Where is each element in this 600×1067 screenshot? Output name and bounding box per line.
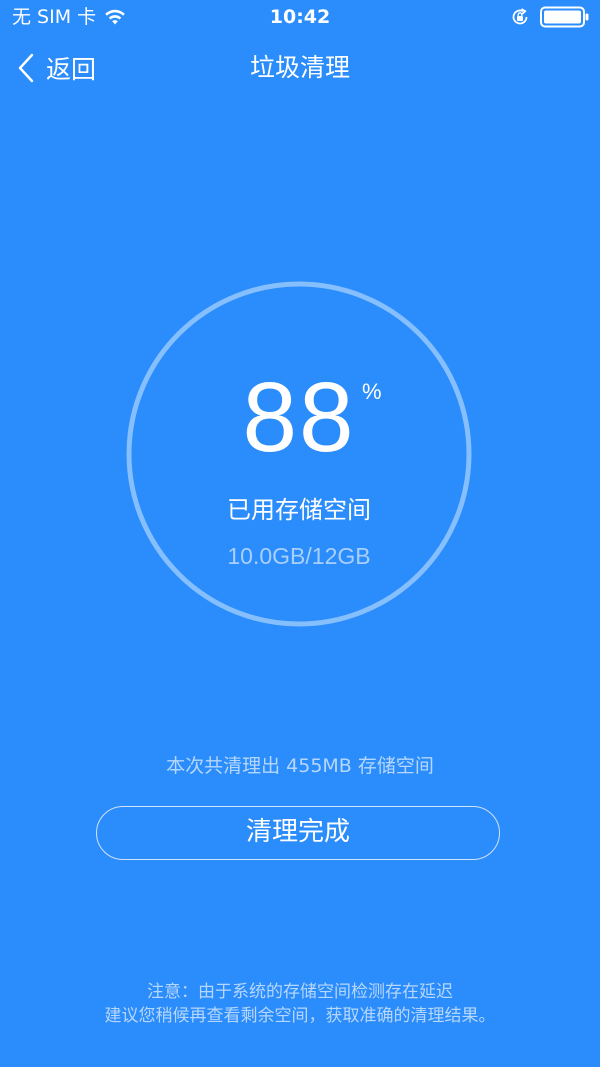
percent-sign: % xyxy=(362,379,382,404)
storage-percent: 88 xyxy=(242,362,356,472)
storage-ring: 88 % 已用存储空间 10.0GB/12GB xyxy=(126,281,472,627)
navigation-bar: 返回 垃圾清理 xyxy=(0,40,600,96)
notice-line-1: 注意：由于系统的存储空间检测存在延迟 xyxy=(147,982,453,1002)
battery-icon xyxy=(540,6,589,28)
status-icons xyxy=(510,6,590,28)
status-bar: 无 SIM 卡 10:42 xyxy=(0,0,600,34)
storage-label: 已用存储空间 xyxy=(227,496,371,524)
rotation-lock-icon xyxy=(512,8,528,25)
page-title: 垃圾清理 xyxy=(249,53,350,82)
notice-line-2: 建议您稍候再查看剩余空间，获取准确的清理结果。 xyxy=(104,1006,496,1026)
cleanup-done-button[interactable]: 清理完成 xyxy=(96,806,500,860)
notice-text: 注意：由于系统的存储空间检测存在延迟 建议您稍候再查看剩余空间，获取准确的清理结… xyxy=(0,980,600,1028)
storage-amount: 10.0GB/12GB xyxy=(227,543,371,569)
cleaned-summary: 本次共清理出 455MB 存储空间 xyxy=(166,755,434,777)
